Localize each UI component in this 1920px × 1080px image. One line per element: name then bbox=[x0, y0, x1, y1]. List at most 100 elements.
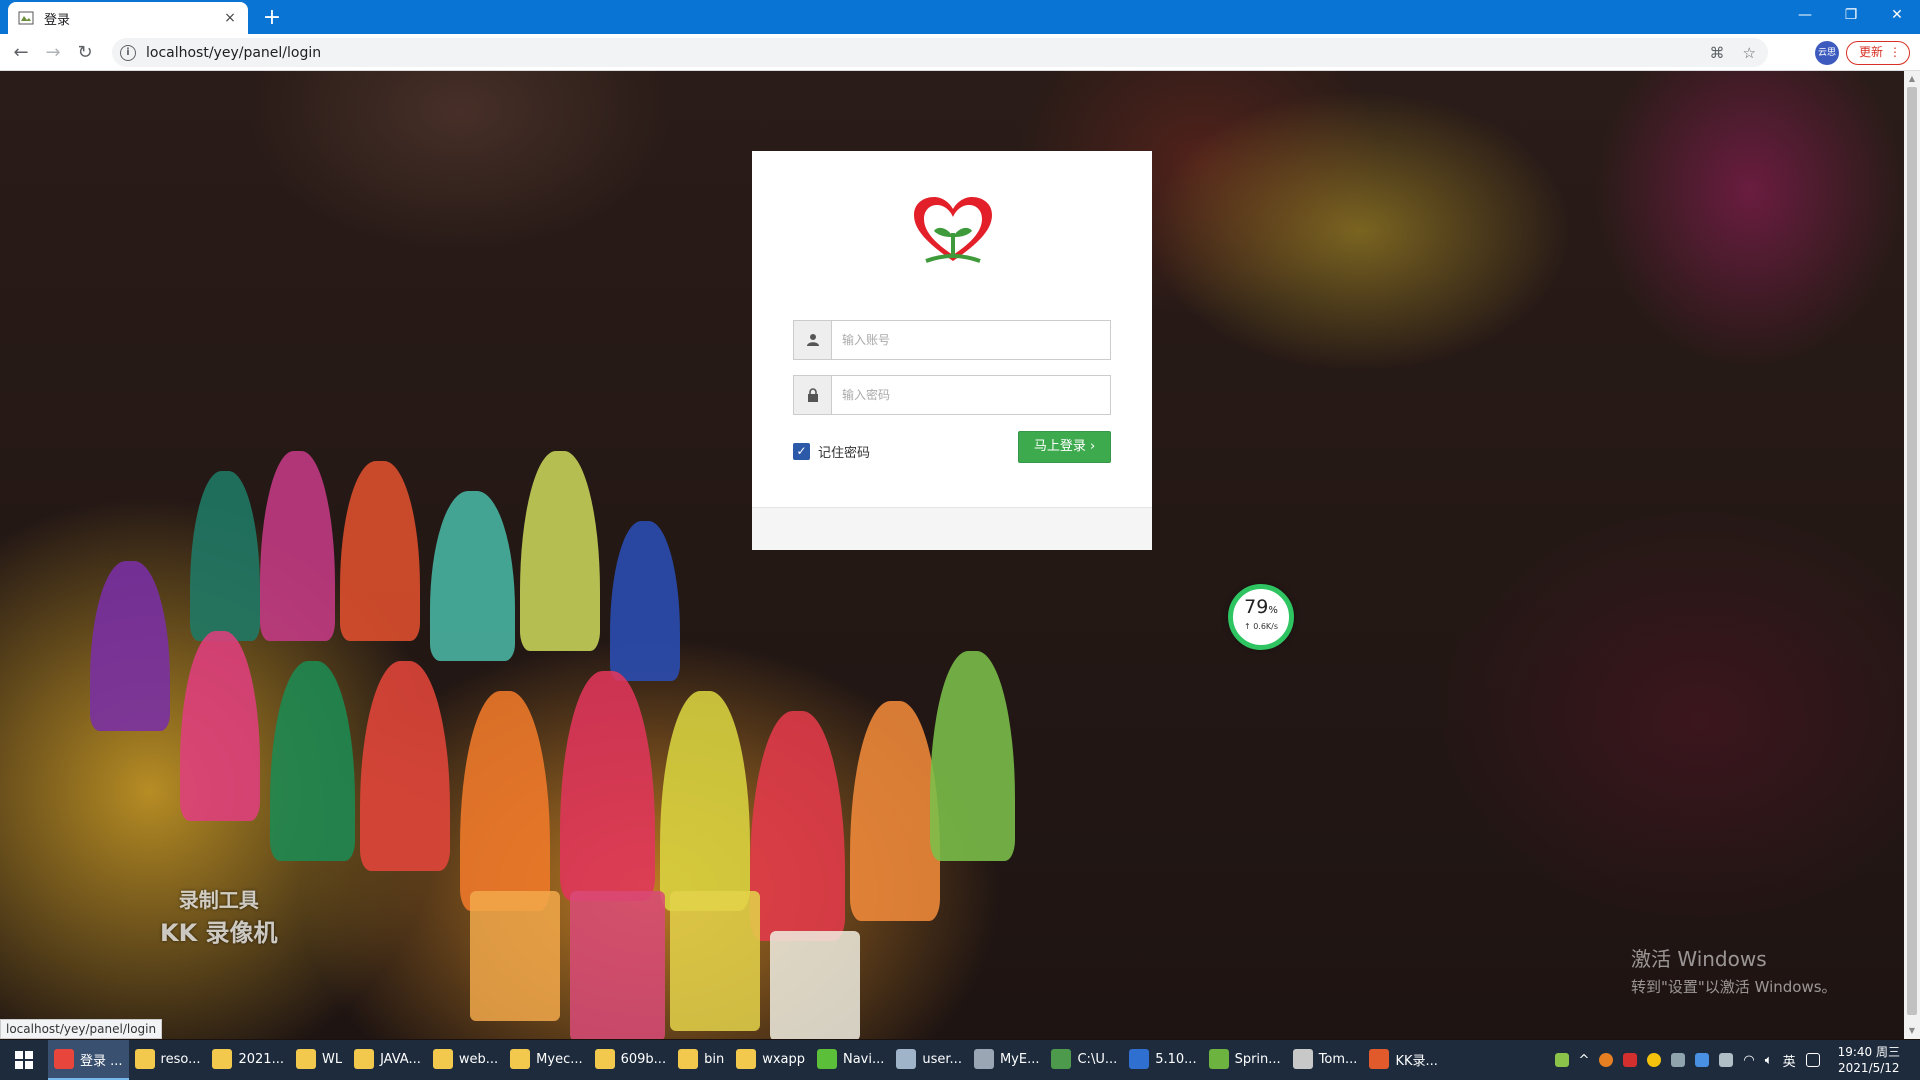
taskbar-app-label: reso... bbox=[160, 1051, 201, 1067]
remember-password[interactable]: ✓ 记住密码 bbox=[793, 442, 870, 461]
taskbar-app-button[interactable]: Tom... bbox=[1287, 1040, 1364, 1080]
windows-taskbar: 登录 ... reso... 2021... WL JAVA... web... Myec.… bbox=[0, 1040, 1920, 1080]
taskbar-app-label: 609b... bbox=[620, 1051, 667, 1067]
tray-app-icon[interactable] bbox=[1647, 1053, 1662, 1067]
back-arrow-icon[interactable]: ← bbox=[8, 40, 34, 66]
taskbar-app-icon bbox=[594, 1049, 615, 1069]
volume-icon[interactable]: 🔈︎ bbox=[1765, 1053, 1773, 1068]
taskbar-app-icon bbox=[510, 1049, 531, 1069]
browser-toolbar: ← → ↻ i localhost/yey/panel/login ⌘ ☆ 云思… bbox=[0, 34, 1920, 71]
taskbar-app-button[interactable]: Sprin... bbox=[1203, 1040, 1287, 1080]
taskbar-app-icon bbox=[896, 1049, 917, 1069]
forward-arrow-icon[interactable]: → bbox=[40, 40, 66, 66]
tray-device-icon[interactable] bbox=[1719, 1053, 1734, 1067]
taskbar-app-icon bbox=[678, 1049, 699, 1069]
tab-favicon-icon bbox=[18, 11, 34, 25]
taskbar-app-button[interactable]: Myec... bbox=[504, 1040, 588, 1080]
minimize-button[interactable]: — bbox=[1782, 0, 1828, 30]
taskbar-app-button[interactable]: MyE... bbox=[968, 1040, 1046, 1080]
tray-battery-icon[interactable] bbox=[1554, 1053, 1569, 1067]
site-info-icon[interactable]: i bbox=[120, 44, 136, 61]
windows-start-icon[interactable] bbox=[0, 1040, 48, 1080]
username-input[interactable] bbox=[832, 321, 1110, 359]
taskbar-app-button[interactable]: C:\U... bbox=[1045, 1040, 1123, 1080]
login-button[interactable]: 马上登录 › bbox=[1018, 431, 1111, 463]
taskbar-app-button[interactable]: 5.10... bbox=[1123, 1040, 1202, 1080]
crayon-decoration bbox=[190, 471, 260, 641]
taskbar-app-button[interactable]: 609b... bbox=[589, 1040, 672, 1080]
crayon-decoration bbox=[90, 561, 170, 731]
taskbar-app-button[interactable]: bin bbox=[672, 1040, 730, 1080]
taskbar-app-label: 登录 ... bbox=[80, 1053, 123, 1069]
tray-app-icon[interactable] bbox=[1599, 1053, 1614, 1067]
taskbar-apps: 登录 ... reso... 2021... WL JAVA... web... Myec.… bbox=[48, 1040, 1444, 1080]
page-background: ✓ 记住密码 马上登录 › 79% ↑ 0.6K/s 录制工具 KK 录像机 激… bbox=[0, 71, 1904, 1039]
taskbar-app-label: web... bbox=[458, 1051, 499, 1067]
speed-percent: 79% bbox=[1244, 596, 1278, 618]
bookmark-star-icon[interactable]: ☆ bbox=[1743, 44, 1756, 62]
profile-avatar[interactable]: 云思 bbox=[1815, 41, 1839, 65]
crayon-decoration bbox=[260, 451, 335, 641]
taskbar-app-label: MyE... bbox=[999, 1051, 1040, 1067]
windows-activation-notice: 激活 Windows 转到"设置"以激活 Windows。 bbox=[1631, 943, 1837, 997]
wifi-icon[interactable]: ◠ bbox=[1743, 1053, 1754, 1068]
tab-close-icon[interactable]: × bbox=[222, 10, 238, 26]
crayon-decoration bbox=[750, 711, 845, 941]
menu-kebab-icon[interactable]: ⋮ bbox=[1889, 42, 1901, 63]
remember-checkbox[interactable]: ✓ bbox=[793, 443, 810, 460]
taskbar-app-icon bbox=[134, 1049, 155, 1069]
taskbar-app-icon bbox=[354, 1049, 375, 1069]
ime-keyboard-icon[interactable] bbox=[1805, 1053, 1820, 1067]
crayon-decoration bbox=[520, 451, 600, 651]
scrollbar-thumb[interactable] bbox=[1907, 87, 1917, 1015]
tray-qq-icon[interactable] bbox=[1623, 1053, 1638, 1067]
clock-time: 19:40 周三 bbox=[1837, 1045, 1900, 1059]
update-label: 更新 bbox=[1859, 45, 1884, 59]
crayon-decoration bbox=[660, 691, 750, 911]
scroll-up-icon[interactable]: ▲ bbox=[1904, 71, 1920, 87]
new-tab-button[interactable]: + bbox=[258, 4, 286, 32]
taskbar-app-button[interactable]: reso... bbox=[129, 1040, 207, 1080]
address-bar[interactable]: i localhost/yey/panel/login ⌘ ☆ bbox=[112, 38, 1768, 67]
reload-icon[interactable]: ↻ bbox=[72, 40, 98, 66]
taskbar-app-button[interactable]: JAVA... bbox=[348, 1040, 427, 1080]
page-scrollbar[interactable]: ▲ ▼ bbox=[1904, 71, 1920, 1039]
ime-indicator[interactable]: 英 bbox=[1783, 1051, 1796, 1070]
lock-icon bbox=[794, 376, 832, 414]
taskbar-app-icon bbox=[1051, 1049, 1072, 1069]
browser-tab[interactable]: 登录 × bbox=[8, 2, 248, 34]
taskbar-app-button[interactable]: Navi... bbox=[811, 1040, 890, 1080]
taskbar-app-label: wxapp bbox=[762, 1051, 805, 1067]
translate-icon[interactable]: ⌘ bbox=[1710, 44, 1725, 62]
tab-title: 登录 bbox=[44, 12, 71, 28]
taskbar-app-icon bbox=[212, 1049, 233, 1069]
heart-sprout-logo-icon bbox=[914, 197, 992, 263]
restore-button[interactable]: ❐ bbox=[1828, 0, 1874, 30]
taskbar-app-label: KK录... bbox=[1395, 1053, 1438, 1069]
taskbar-app-button[interactable]: 2021... bbox=[206, 1040, 289, 1080]
close-window-button[interactable]: ✕ bbox=[1874, 0, 1920, 30]
password-input[interactable] bbox=[832, 376, 1110, 414]
crayon-decoration bbox=[360, 661, 450, 871]
taskbar-app-button[interactable]: WL bbox=[290, 1040, 348, 1080]
activation-subtitle: 转到"设置"以激活 Windows。 bbox=[1631, 978, 1837, 996]
tray-security-icon[interactable] bbox=[1695, 1053, 1710, 1067]
system-tray: ^ ◠ 🔈︎ 英 19:40 周三 2021/5/12 bbox=[1554, 1044, 1920, 1076]
update-button[interactable]: 更新 ⋮ bbox=[1846, 41, 1910, 65]
crayon-decoration bbox=[670, 891, 760, 1031]
crayon-decoration bbox=[850, 701, 940, 921]
speed-rate: ↑ 0.6K/s bbox=[1243, 622, 1279, 631]
tray-overflow-icon[interactable]: ^ bbox=[1579, 1053, 1590, 1068]
scroll-down-icon[interactable]: ▼ bbox=[1904, 1023, 1920, 1039]
taskbar-app-button[interactable]: wxapp bbox=[730, 1040, 811, 1080]
crayon-decoration bbox=[460, 691, 550, 911]
tray-display-icon[interactable] bbox=[1671, 1053, 1686, 1067]
address-url[interactable]: localhost/yey/panel/login bbox=[146, 45, 321, 61]
taskbar-app-button[interactable]: KK录... bbox=[1363, 1040, 1443, 1080]
watermark-line1: 录制工具 bbox=[178, 888, 259, 912]
taskbar-app-button[interactable]: web... bbox=[427, 1040, 504, 1080]
system-clock[interactable]: 19:40 周三 2021/5/12 bbox=[1830, 1044, 1908, 1076]
network-speed-widget[interactable]: 79% ↑ 0.6K/s bbox=[1228, 584, 1294, 650]
taskbar-app-button[interactable]: user... bbox=[890, 1040, 968, 1080]
taskbar-app-button[interactable]: 登录 ... bbox=[48, 1040, 129, 1080]
